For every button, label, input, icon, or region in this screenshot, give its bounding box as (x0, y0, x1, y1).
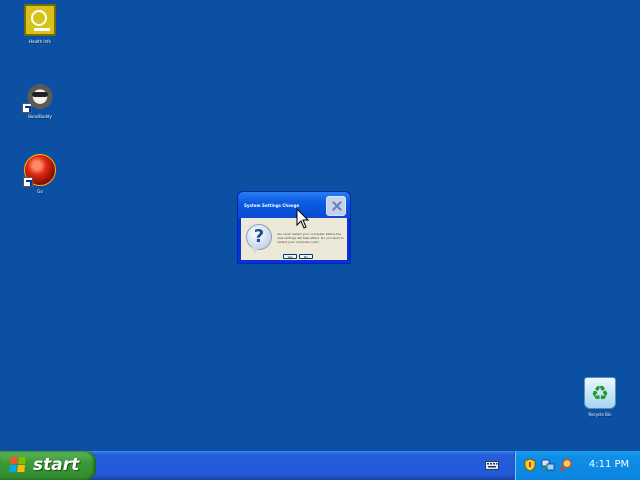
recycle-bin-icon (584, 377, 616, 409)
search-icon[interactable] (559, 458, 573, 472)
red-button-icon (23, 154, 56, 187)
keyboard-icon[interactable] (485, 459, 499, 471)
taskbar: start 4:11 PM (0, 451, 640, 480)
desktop-icon-label: BonziBuddy (28, 114, 52, 119)
desktop-icon-go[interactable]: Go (14, 154, 66, 194)
dialog-title: System Settings Change (244, 203, 300, 208)
close-button[interactable] (326, 196, 346, 216)
desktop-icon-health[interactable]: Health Info (14, 4, 66, 44)
dialog-titlebar[interactable]: System Settings Change (238, 192, 350, 218)
network-icon[interactable] (541, 458, 555, 472)
restart-dialog: System Settings Change ? You must restar… (237, 191, 351, 264)
system-tray: 4:11 PM (514, 451, 640, 480)
desktop-icon-label: Health Info (29, 39, 51, 44)
dialog-body: ? You must restart your computer before … (241, 218, 347, 260)
yes-button[interactable]: Yes (283, 254, 297, 259)
windows-logo-icon (9, 457, 27, 473)
start-label: start (33, 455, 80, 475)
start-button[interactable]: start (0, 451, 96, 480)
question-icon: ? (246, 224, 272, 253)
shortcut-arrow-icon (23, 177, 33, 187)
no-button[interactable]: No (299, 254, 313, 259)
desktop-icon-bonzibuddy[interactable]: BonziBuddy (14, 79, 66, 119)
desktop-icon-recycle-bin[interactable]: Recycle Bin (574, 377, 626, 417)
health-icon (24, 4, 56, 36)
mouse-pointer-icon (296, 208, 310, 229)
clock[interactable]: 4:11 PM (581, 458, 637, 472)
raccoon-icon (22, 79, 56, 113)
desktop: Health Info BonziBuddy Go Recycle Bin Sy… (0, 0, 640, 451)
shortcut-arrow-icon (22, 103, 32, 113)
desktop-icon-label: Recycle Bin (588, 412, 612, 417)
desktop-icon-label: Go (37, 189, 43, 194)
security-shield-icon[interactable] (523, 458, 537, 472)
dialog-message: You must restart your computer before th… (277, 232, 344, 244)
